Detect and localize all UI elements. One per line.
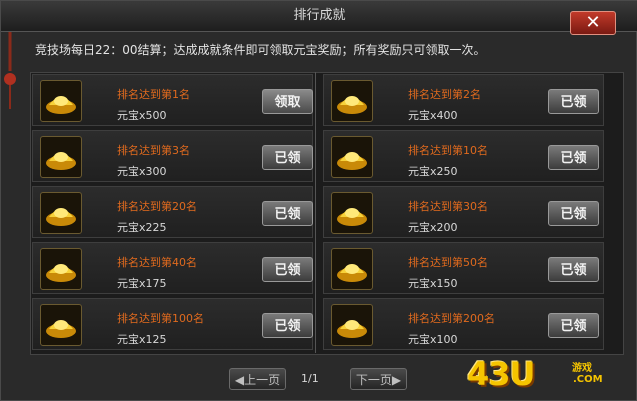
claim-button[interactable]: 领取 [262, 89, 313, 114]
close-button[interactable]: ✕ [570, 11, 616, 35]
claimed-button[interactable]: 已领 [548, 313, 599, 338]
gold-ingot-icon [331, 248, 373, 290]
chevron-left-icon: ◀ [234, 373, 245, 387]
page-indicator: 1/1 [301, 372, 319, 385]
claimed-button[interactable]: 已领 [548, 257, 599, 282]
achievement-row: 排名达到第200名 元宝x100 已领 [323, 298, 604, 350]
achievement-reward: 元宝x225 [117, 221, 167, 234]
achievement-row: 排名达到第10名 元宝x250 已领 [323, 130, 604, 182]
claimed-button[interactable]: 已领 [262, 145, 313, 170]
gold-ingot-icon [331, 192, 373, 234]
prev-page-label: 上一页 [244, 373, 281, 387]
window-title: 排行成就 [293, 8, 346, 23]
achievement-name: 排名达到第1名 [117, 88, 190, 101]
gold-ingot-icon [40, 80, 82, 122]
achievement-reward: 元宝x250 [408, 165, 458, 178]
achievement-name: 排名达到第30名 [408, 200, 488, 213]
achievement-row: 排名达到第100名 元宝x125 已领 [32, 298, 313, 350]
gold-ingot-icon [331, 304, 373, 346]
achievement-window: 排行成就 ✕ 竞技场每日22：00结算；达成成就条件即可领取元宝奖励；所有奖励只… [0, 0, 637, 401]
next-page-button[interactable]: 下一页▶ [350, 368, 407, 390]
gold-ingot-icon [331, 136, 373, 178]
column-divider [315, 72, 316, 353]
achievement-name: 排名达到第50名 [408, 256, 488, 269]
notice-text: 竞技场每日22：00结算；达成成就条件即可领取元宝奖励；所有奖励只可领取一次。 [35, 43, 486, 57]
gold-ingot-icon [40, 248, 82, 290]
achievement-name: 排名达到第40名 [117, 256, 197, 269]
achievement-reward: 元宝x125 [117, 333, 167, 346]
site-logo-subtitle: 游戏 [572, 363, 592, 374]
achievement-row: 排名达到第50名 元宝x150 已领 [323, 242, 604, 294]
achievement-reward: 元宝x150 [408, 277, 458, 290]
achievement-name: 排名达到第10名 [408, 144, 488, 157]
site-logo: 43U [467, 355, 536, 393]
claimed-button[interactable]: 已领 [262, 313, 313, 338]
achievement-reward: 元宝x200 [408, 221, 458, 234]
claimed-button[interactable]: 已领 [548, 145, 599, 170]
gold-ingot-icon [40, 136, 82, 178]
achievement-name: 排名达到第3名 [117, 144, 190, 157]
achievement-name: 排名达到第100名 [117, 312, 204, 325]
achievement-row: 排名达到第3名 元宝x300 已领 [32, 130, 313, 182]
achievement-name: 排名达到第200名 [408, 312, 495, 325]
chevron-right-icon: ▶ [391, 373, 402, 387]
prev-page-button[interactable]: ◀上一页 [229, 368, 286, 390]
claimed-button[interactable]: 已领 [262, 257, 313, 282]
claimed-button[interactable]: 已领 [262, 201, 313, 226]
gold-ingot-icon [331, 80, 373, 122]
achievement-row: 排名达到第2名 元宝x400 已领 [323, 74, 604, 126]
achievement-row: 排名达到第20名 元宝x225 已领 [32, 186, 313, 238]
achievement-name: 排名达到第20名 [117, 200, 197, 213]
achievement-reward: 元宝x175 [117, 277, 167, 290]
achievement-reward: 元宝x300 [117, 165, 167, 178]
achievement-row: 排名达到第40名 元宝x175 已领 [32, 242, 313, 294]
achievement-reward: 元宝x100 [408, 333, 458, 346]
claimed-button[interactable]: 已领 [548, 89, 599, 114]
title-bar: 排行成就 ✕ [1, 1, 637, 35]
achievement-row: 排名达到第30名 元宝x200 已领 [323, 186, 604, 238]
achievement-name: 排名达到第2名 [408, 88, 481, 101]
achievement-reward: 元宝x500 [117, 109, 167, 122]
site-logo-domain: .COM [573, 374, 603, 385]
claimed-button[interactable]: 已领 [548, 201, 599, 226]
next-page-label: 下一页 [355, 373, 392, 387]
achievement-reward: 元宝x400 [408, 109, 458, 122]
achievement-row: 排名达到第1名 元宝x500 领取 [32, 74, 313, 126]
gold-ingot-icon [40, 192, 82, 234]
gold-ingot-icon [40, 304, 82, 346]
